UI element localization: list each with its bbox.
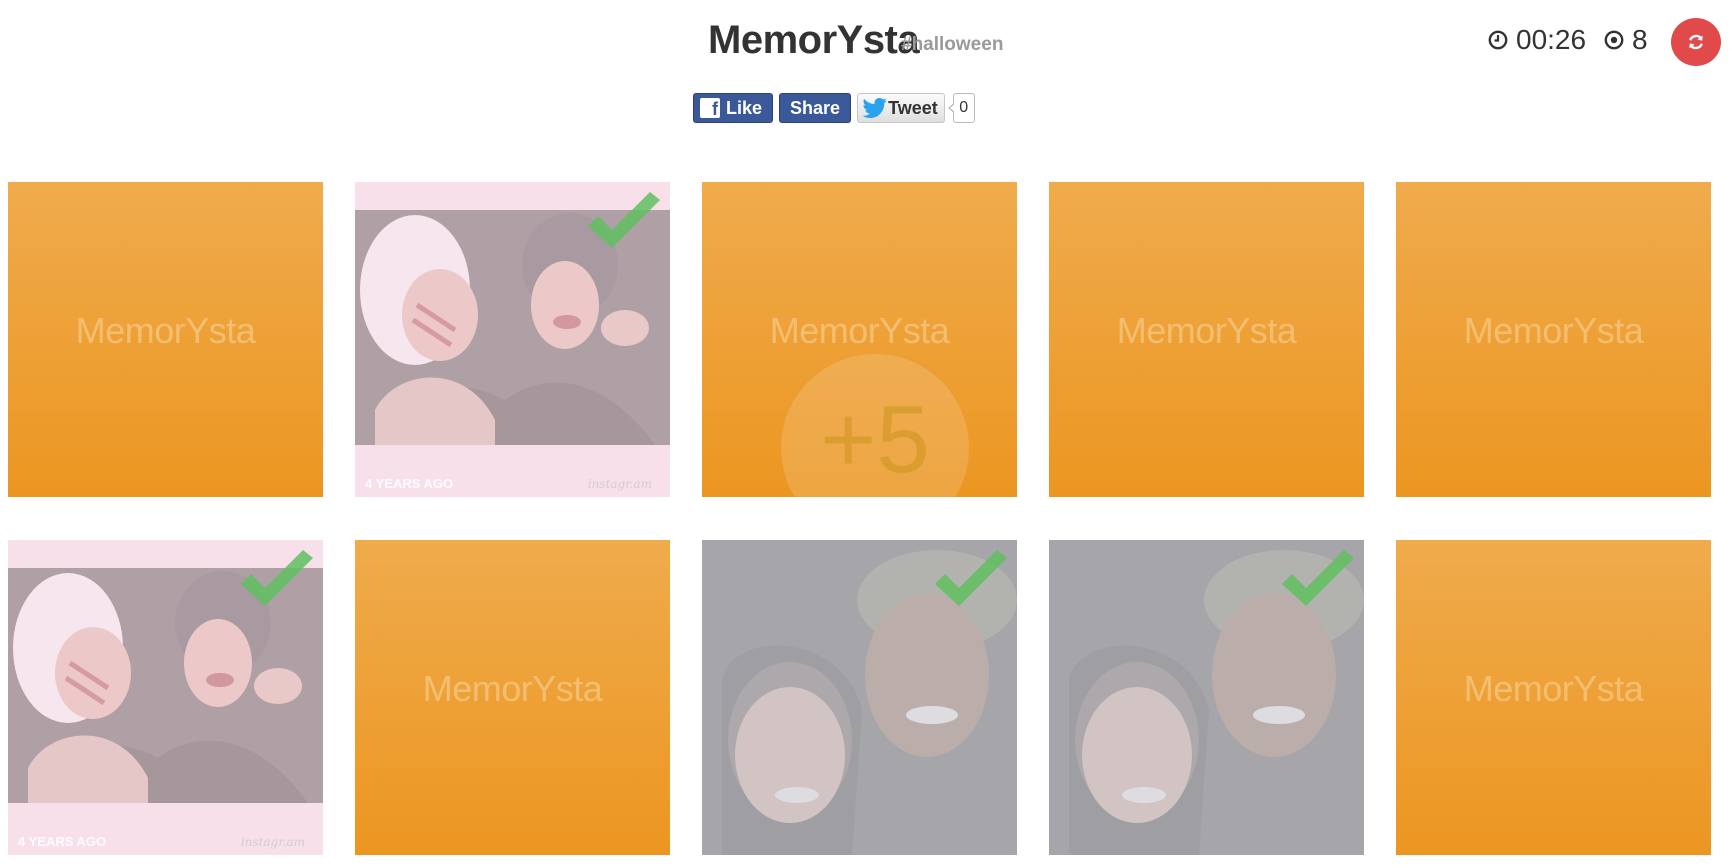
like-label: Like xyxy=(726,97,763,118)
moves-value: 8 xyxy=(1632,24,1648,55)
card-back-label: MemorYsta xyxy=(1463,668,1644,709)
card-hidden[interactable]: MemorYsta +5 xyxy=(702,182,1017,497)
facebook-share-button[interactable]: Share xyxy=(779,93,852,123)
card-hidden[interactable]: MemorYsta xyxy=(1396,540,1711,855)
tweet-button[interactable]: Tweet xyxy=(857,93,945,123)
facebook-like-button[interactable]: f Like xyxy=(693,93,774,123)
card-hidden[interactable]: MemorYsta xyxy=(1396,182,1711,497)
card-hidden[interactable]: MemorYsta xyxy=(1049,182,1364,497)
card-matched[interactable] xyxy=(1049,540,1364,855)
tweet-count: 0 xyxy=(947,93,975,123)
check-icon xyxy=(588,192,660,248)
check-icon xyxy=(241,550,313,606)
photo-timestamp: 4 YEARS AGO xyxy=(365,476,454,491)
check-icon xyxy=(935,550,1007,606)
card-back-label: MemorYsta xyxy=(1116,310,1297,351)
page-title: MemorYsta xyxy=(708,18,920,62)
hashtag: #halloween xyxy=(901,34,1004,55)
card-matched[interactable]: 4 YEARS AGO instagr.am xyxy=(355,182,670,497)
restart-button[interactable] xyxy=(1671,18,1721,66)
card-hidden[interactable]: MemorYsta xyxy=(8,182,323,497)
card-back-label: MemorYsta xyxy=(422,668,603,709)
check-icon xyxy=(1282,550,1354,606)
bonus-text: +5 xyxy=(820,386,930,493)
card-matched[interactable] xyxy=(702,540,1017,855)
card-back-label: MemorYsta xyxy=(75,310,256,351)
tweet-label: Tweet xyxy=(888,97,938,118)
card-matched[interactable]: 4 YEARS AGO instagr.am xyxy=(8,540,323,855)
timer: 00:26 xyxy=(1488,24,1586,56)
refresh-icon xyxy=(1689,34,1703,50)
photo-watermark: instagr.am xyxy=(587,477,652,491)
facebook-icon: f xyxy=(700,98,720,118)
target-icon xyxy=(1604,30,1624,50)
card-back-label: MemorYsta xyxy=(769,310,950,351)
clock-icon xyxy=(1488,30,1508,50)
photo-timestamp: 4 YEARS AGO xyxy=(18,834,107,849)
move-counter: 8 xyxy=(1604,24,1648,56)
social-buttons: f Like Share Tweet 0 xyxy=(693,92,975,124)
bonus-badge: +5 xyxy=(781,354,969,497)
header: MemorYsta #halloween 00:26 8 xyxy=(0,0,1732,80)
card-hidden[interactable]: MemorYsta xyxy=(355,540,670,855)
card-back-label: MemorYsta xyxy=(1463,310,1644,351)
photo-watermark: instagr.am xyxy=(240,835,305,849)
timer-value: 00:26 xyxy=(1516,24,1587,55)
share-label: Share xyxy=(790,97,841,118)
twitter-bird-icon xyxy=(862,98,888,118)
